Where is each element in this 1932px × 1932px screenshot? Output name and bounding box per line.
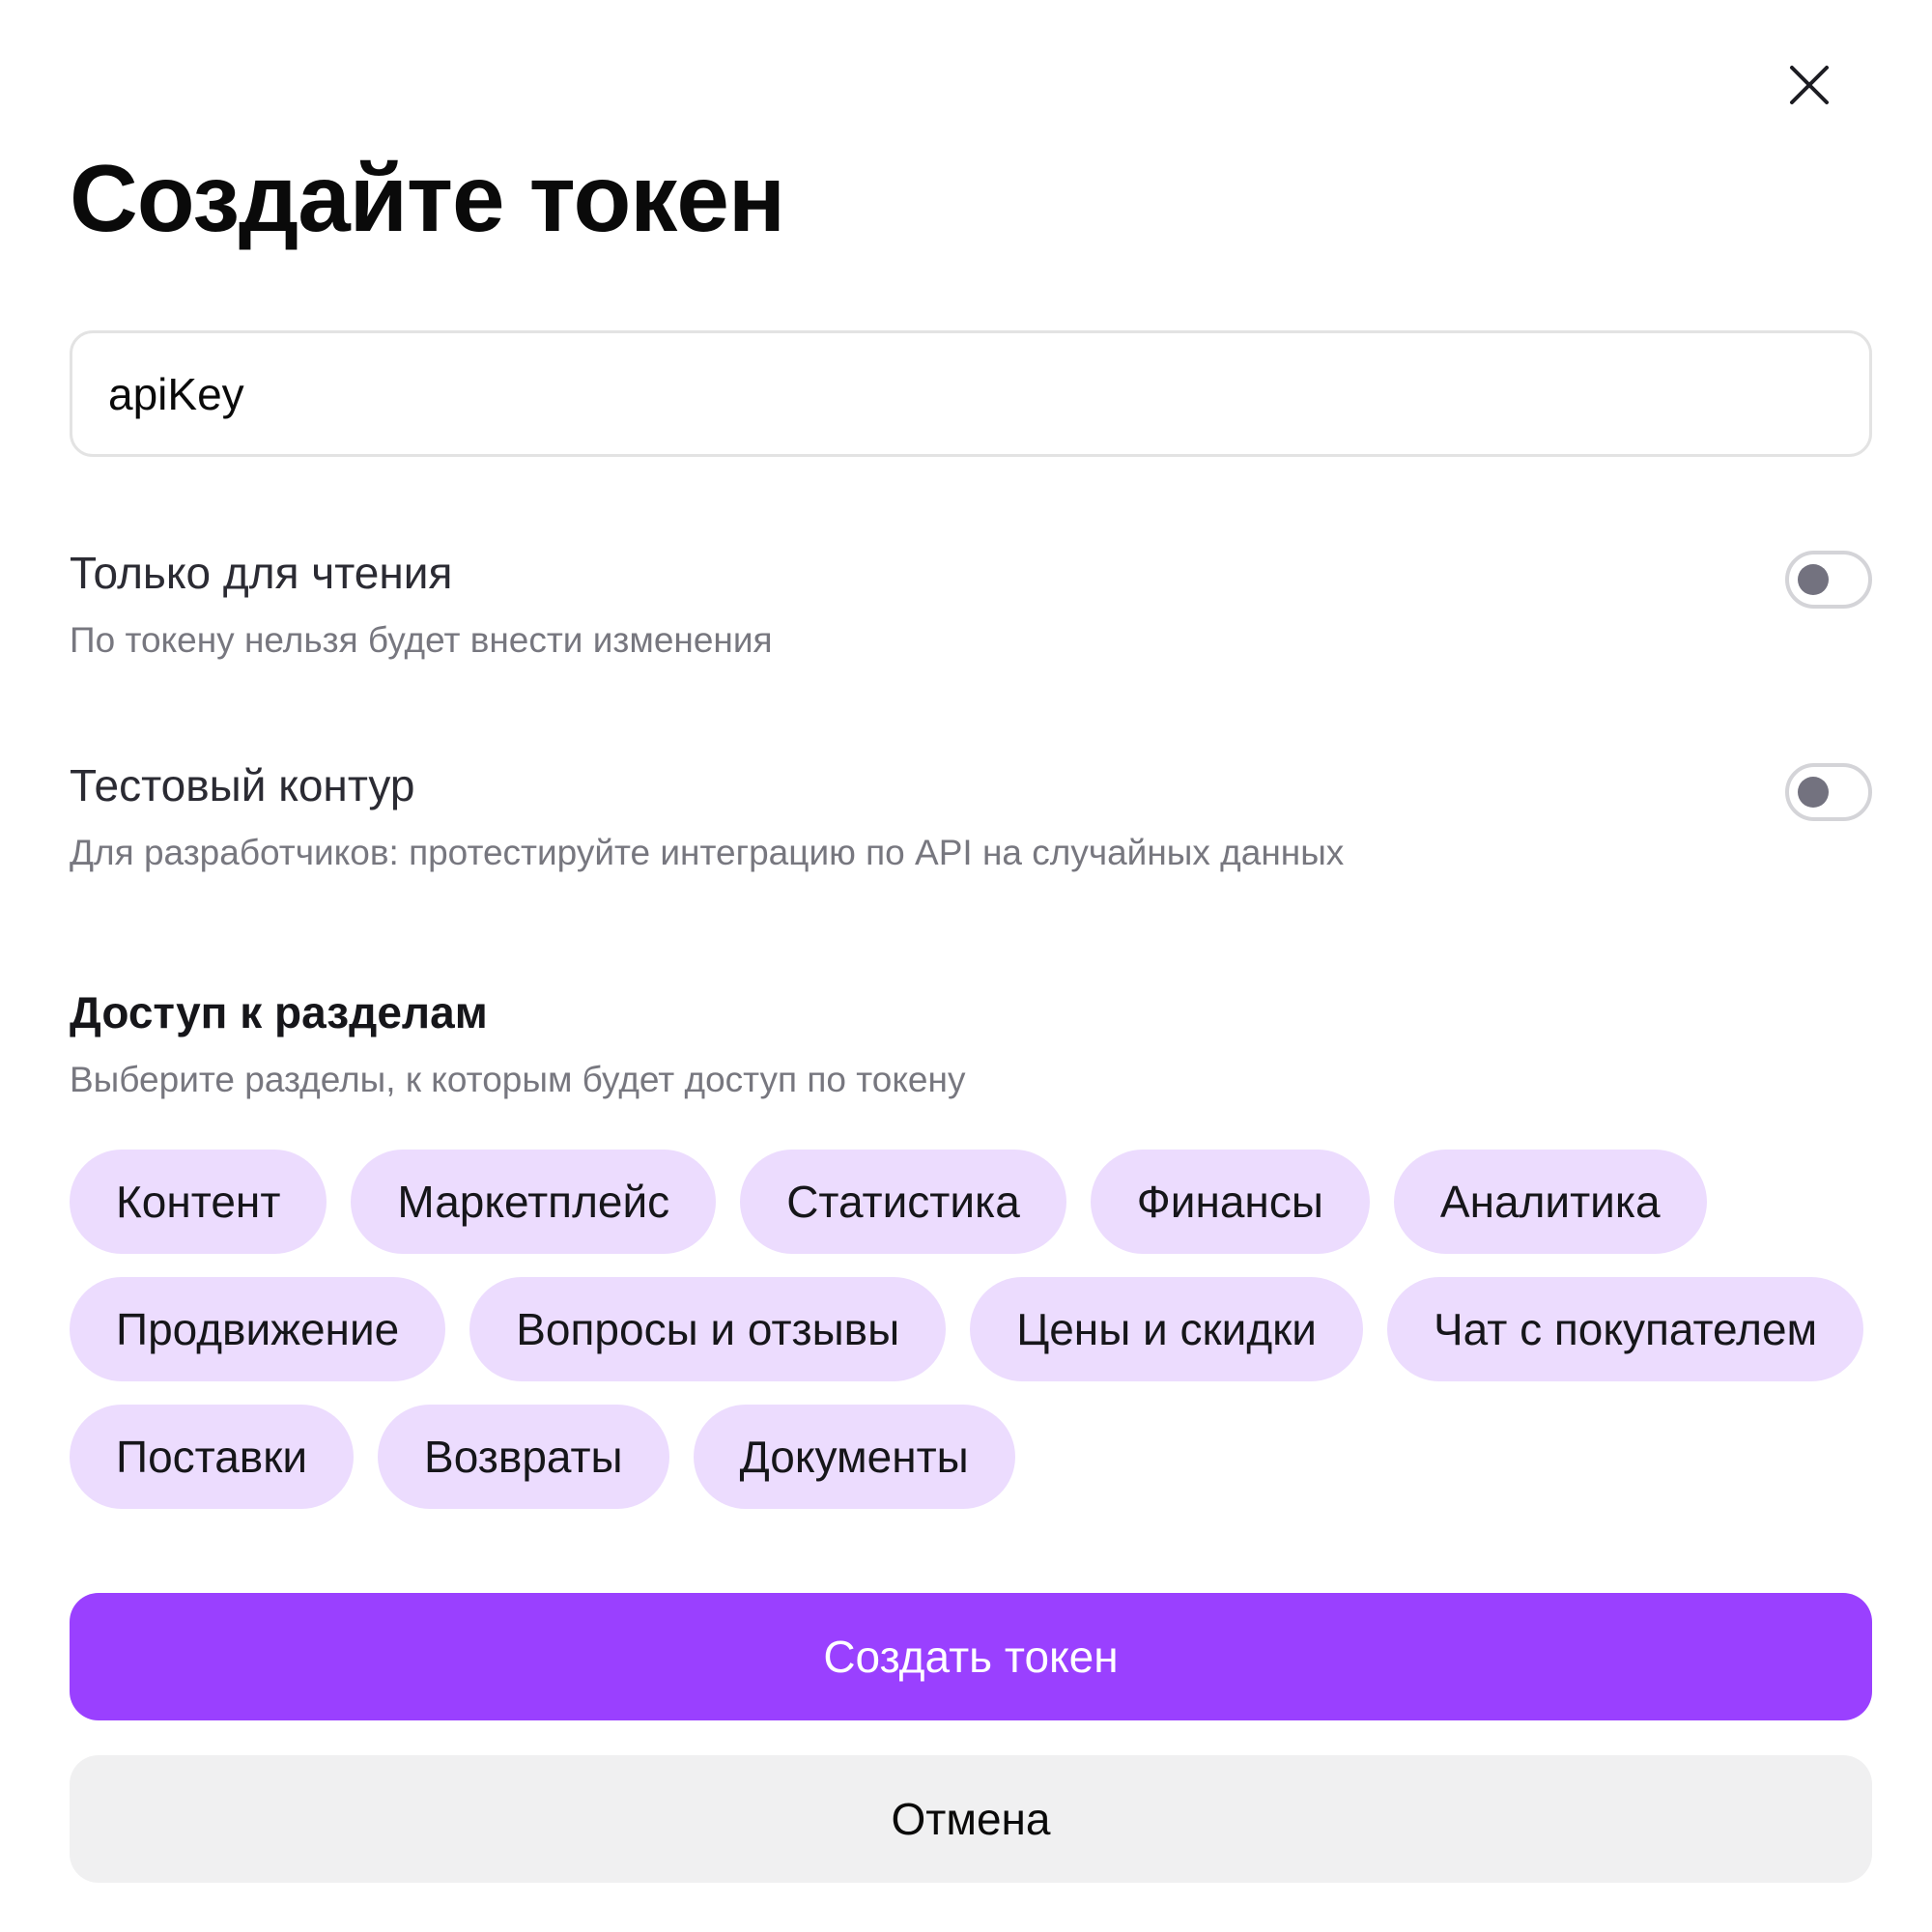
chip-content[interactable]: Контент (70, 1150, 327, 1254)
chip-returns[interactable]: Возвраты (378, 1405, 669, 1509)
access-section-chips: Контент Маркетплейс Статистика Финансы А… (70, 1150, 1872, 1509)
read-only-toggle[interactable] (1785, 551, 1872, 609)
test-environment-setting: Тестовый контур Для разработчиков: проте… (70, 763, 1872, 870)
chip-questions-reviews[interactable]: Вопросы и отзывы (469, 1277, 947, 1381)
token-name-input[interactable] (70, 330, 1872, 457)
access-section-title: Доступ к разделам (70, 987, 488, 1037)
test-environment-toggle[interactable] (1785, 763, 1872, 821)
dialog-title: Создайте токен (70, 145, 785, 251)
close-button[interactable] (1776, 51, 1843, 119)
chip-marketplace[interactable]: Маркетплейс (351, 1150, 717, 1254)
read-only-description: По токену нельзя будет внести изменения (70, 620, 773, 660)
toggle-knob (1798, 777, 1829, 808)
chip-documents[interactable]: Документы (693, 1405, 1015, 1509)
chip-statistics[interactable]: Статистика (740, 1150, 1066, 1254)
chip-promotion[interactable]: Продвижение (70, 1277, 446, 1381)
cancel-button[interactable]: Отмена (70, 1755, 1872, 1883)
create-token-button[interactable]: Создать токен (70, 1593, 1872, 1720)
read-only-title: Только для чтения (70, 548, 453, 598)
access-section-description: Выберите разделы, к которым будет доступ… (70, 1060, 966, 1099)
create-token-dialog: Создайте токен Только для чтения По токе… (0, 0, 1932, 1932)
chip-finance[interactable]: Финансы (1090, 1150, 1370, 1254)
test-environment-description: Для разработчиков: протестируйте интегра… (70, 833, 1345, 872)
chip-analytics[interactable]: Аналитика (1393, 1150, 1707, 1254)
chip-buyer-chat[interactable]: Чат с покупателем (1387, 1277, 1864, 1381)
close-icon (1790, 66, 1829, 104)
read-only-setting: Только для чтения По токену нельзя будет… (70, 551, 1872, 658)
test-environment-title: Тестовый контур (70, 760, 415, 810)
toggle-knob (1798, 564, 1829, 595)
chip-prices-discounts[interactable]: Цены и скидки (970, 1277, 1364, 1381)
chip-supplies[interactable]: Поставки (70, 1405, 355, 1509)
